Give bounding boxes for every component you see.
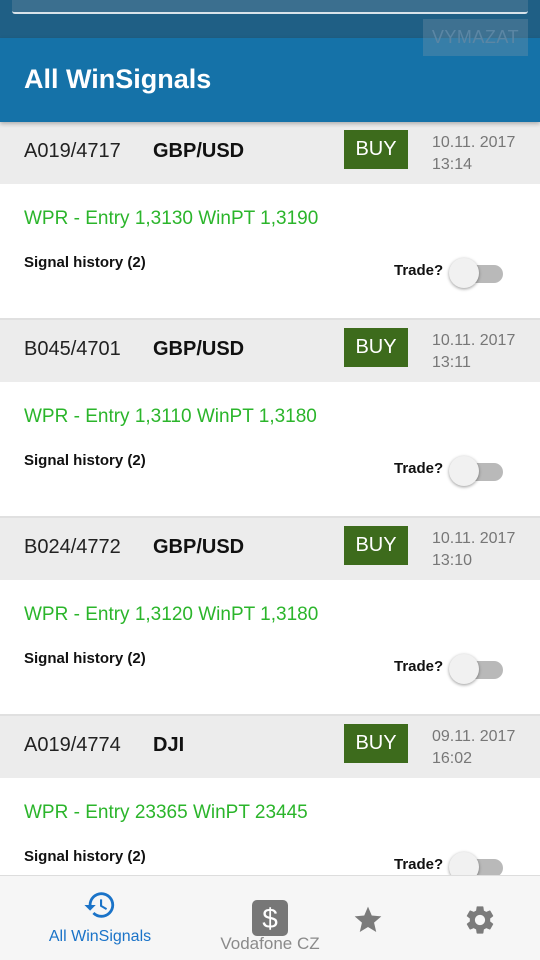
signal-history-link[interactable]: Signal history (2) — [24, 254, 146, 271]
currency-pair: GBP/USD — [153, 338, 245, 360]
signal-card-header: B024/4772 GBP/USD BUY 10.11. 2017 13:10 — [0, 518, 540, 580]
buy-button[interactable]: BUY — [344, 130, 408, 169]
signal-card-header: B045/4701 GBP/USD BUY 10.11. 2017 13:11 — [0, 320, 540, 382]
signal-date: 10.11. 2017 — [432, 332, 516, 349]
signal-details: WPR - Entry 23365 WinPT 23445 — [24, 802, 308, 823]
signal-details: WPR - Entry 1,3130 WinPT 1,3190 — [24, 208, 319, 229]
trade-label: Trade? — [394, 658, 444, 675]
toggle-thumb — [449, 456, 479, 486]
dollar-icon: $ — [252, 900, 288, 936]
signal-time: 13:11 — [432, 354, 471, 371]
nav-vodafone[interactable]: $ Vodafone CZ — [190, 876, 350, 960]
trade-label: Trade? — [394, 460, 444, 477]
signal-card[interactable]: A019/4717 GBP/USD BUY 10.11. 2017 13:14 … — [0, 122, 540, 320]
signal-list[interactable]: A019/4717 GBP/USD BUY 10.11. 2017 13:14 … — [0, 122, 540, 875]
signal-date: 09.11. 2017 — [432, 728, 516, 745]
signal-date: 10.11. 2017 — [432, 530, 516, 547]
signal-datetime: 10.11. 2017 13:14 — [432, 132, 515, 176]
signal-card-body: WPR - Entry 23365 WinPT 23445 Signal his… — [0, 778, 540, 875]
signal-id: B045/4701 — [24, 338, 121, 360]
clear-button[interactable]: VYMAZAT — [423, 19, 528, 56]
signal-id: A019/4717 — [24, 140, 121, 162]
trade-toggle[interactable] — [449, 850, 505, 875]
bottom-navigation: All WinSignals $ Vodafone CZ — [0, 875, 540, 960]
buy-button[interactable]: BUY — [344, 724, 408, 763]
signal-history-link[interactable]: Signal history (2) — [24, 452, 146, 469]
star-icon — [354, 906, 382, 932]
signal-history-link[interactable]: Signal history (2) — [24, 848, 146, 865]
nav-label: All WinSignals — [48, 928, 152, 945]
app-screen: VYMAZAT All WinSignals A019/4717 GBP/USD… — [0, 0, 540, 960]
signal-card-header: A019/4717 GBP/USD BUY 10.11. 2017 13:14 — [0, 122, 540, 184]
nav-label: Vodafone CZ — [220, 934, 320, 953]
trade-toggle[interactable] — [449, 652, 505, 684]
signal-time: 13:10 — [432, 552, 473, 569]
toggle-thumb — [449, 654, 479, 684]
nav-settings[interactable] — [452, 876, 508, 960]
signal-details: WPR - Entry 1,3110 WinPT 1,3180 — [24, 406, 317, 427]
signal-card-header: A019/4774 DJI BUY 09.11. 2017 16:02 — [0, 716, 540, 778]
signal-id: B024/4772 — [24, 536, 121, 558]
signal-card-body: WPR - Entry 1,3130 WinPT 1,3190 Signal h… — [0, 184, 540, 318]
buy-button[interactable]: BUY — [344, 526, 408, 565]
signal-card[interactable]: A019/4774 DJI BUY 09.11. 2017 16:02 WPR … — [0, 716, 540, 875]
signal-card-body: WPR - Entry 1,3110 WinPT 1,3180 Signal h… — [0, 382, 540, 516]
trade-toggle[interactable] — [449, 454, 505, 486]
page-title: All WinSignals — [24, 64, 212, 94]
signal-date: 10.11. 2017 — [432, 134, 516, 151]
signal-details: WPR - Entry 1,3120 WinPT 1,3180 — [24, 604, 319, 625]
signal-history-link[interactable]: Signal history (2) — [24, 650, 146, 667]
currency-pair: GBP/USD — [153, 536, 245, 558]
trade-label: Trade? — [394, 856, 444, 873]
svg-text:$: $ — [262, 903, 278, 934]
currency-pair: DJI — [153, 734, 185, 756]
nav-favorites[interactable] — [340, 876, 396, 960]
search-input[interactable] — [12, 0, 528, 14]
trade-label: Trade? — [394, 262, 444, 279]
signal-card[interactable]: B024/4772 GBP/USD BUY 10.11. 2017 13:10 … — [0, 518, 540, 716]
buy-button[interactable]: BUY — [344, 328, 408, 367]
toggle-thumb — [449, 852, 479, 875]
signal-time: 16:02 — [432, 750, 473, 767]
gear-icon — [466, 906, 494, 934]
toggle-thumb — [449, 258, 479, 288]
signal-time: 13:14 — [432, 156, 473, 173]
signal-id: A019/4774 — [24, 734, 121, 756]
trade-toggle[interactable] — [449, 256, 505, 288]
signal-datetime: 09.11. 2017 16:02 — [432, 726, 515, 770]
nav-all-winsignals[interactable]: All WinSignals — [20, 876, 180, 960]
signal-datetime: 10.11. 2017 13:10 — [432, 528, 515, 572]
currency-pair: GBP/USD — [153, 140, 245, 162]
signal-datetime: 10.11. 2017 13:11 — [432, 330, 515, 374]
signal-card-body: WPR - Entry 1,3120 WinPT 1,3180 Signal h… — [0, 580, 540, 714]
history-icon — [84, 892, 115, 918]
signal-card[interactable]: B045/4701 GBP/USD BUY 10.11. 2017 13:11 … — [0, 320, 540, 518]
